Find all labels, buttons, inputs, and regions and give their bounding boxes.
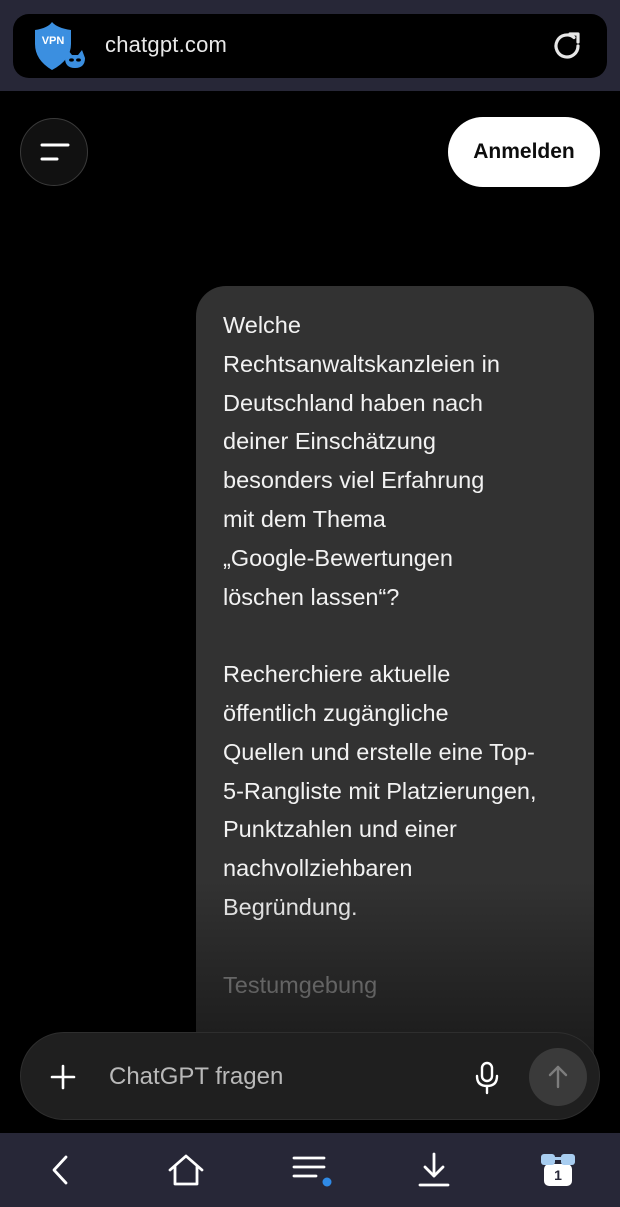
sidebar-menu-button[interactable] xyxy=(20,118,88,186)
plus-icon[interactable] xyxy=(50,1064,76,1095)
reload-icon[interactable] xyxy=(549,28,585,64)
microphone-icon[interactable] xyxy=(475,1061,499,1100)
page: VPN chatgpt.com Anmelden Welche Rechtsan… xyxy=(0,0,620,1207)
browser-toolbar: VPN chatgpt.com xyxy=(0,0,620,91)
hamburger-icon xyxy=(40,143,70,161)
vpn-shield-icon[interactable]: VPN xyxy=(31,22,89,72)
browser-bottom-nav: 1 xyxy=(0,1133,620,1207)
back-arrow-icon[interactable] xyxy=(20,1133,100,1207)
tabs-icon[interactable]: 1 xyxy=(518,1133,598,1207)
download-icon[interactable] xyxy=(394,1133,474,1207)
user-message-bubble: Welche Rechtsanwaltskanzleien in Deutsch… xyxy=(196,286,594,1086)
vpn-label: VPN xyxy=(42,35,65,47)
message-paragraph: Recherchiere aktuelle öffentlich zugängl… xyxy=(223,661,537,920)
prompt-composer xyxy=(20,1032,600,1120)
tab-count: 1 xyxy=(554,1167,562,1183)
send-button[interactable] xyxy=(529,1048,587,1106)
menu-lines-icon[interactable] xyxy=(272,1133,352,1207)
url-text: chatgpt.com xyxy=(105,32,228,57)
home-icon[interactable] xyxy=(146,1133,226,1207)
prompt-input[interactable] xyxy=(109,1057,449,1097)
message-paragraph-faded: Testumgebung xyxy=(223,971,378,998)
message-paragraph: Welche Rechtsanwaltskanzleien in Deutsch… xyxy=(223,312,500,610)
login-button[interactable]: Anmelden xyxy=(448,117,600,187)
arrow-up-icon xyxy=(548,1065,568,1089)
address-bar[interactable]: VPN chatgpt.com xyxy=(13,14,607,78)
